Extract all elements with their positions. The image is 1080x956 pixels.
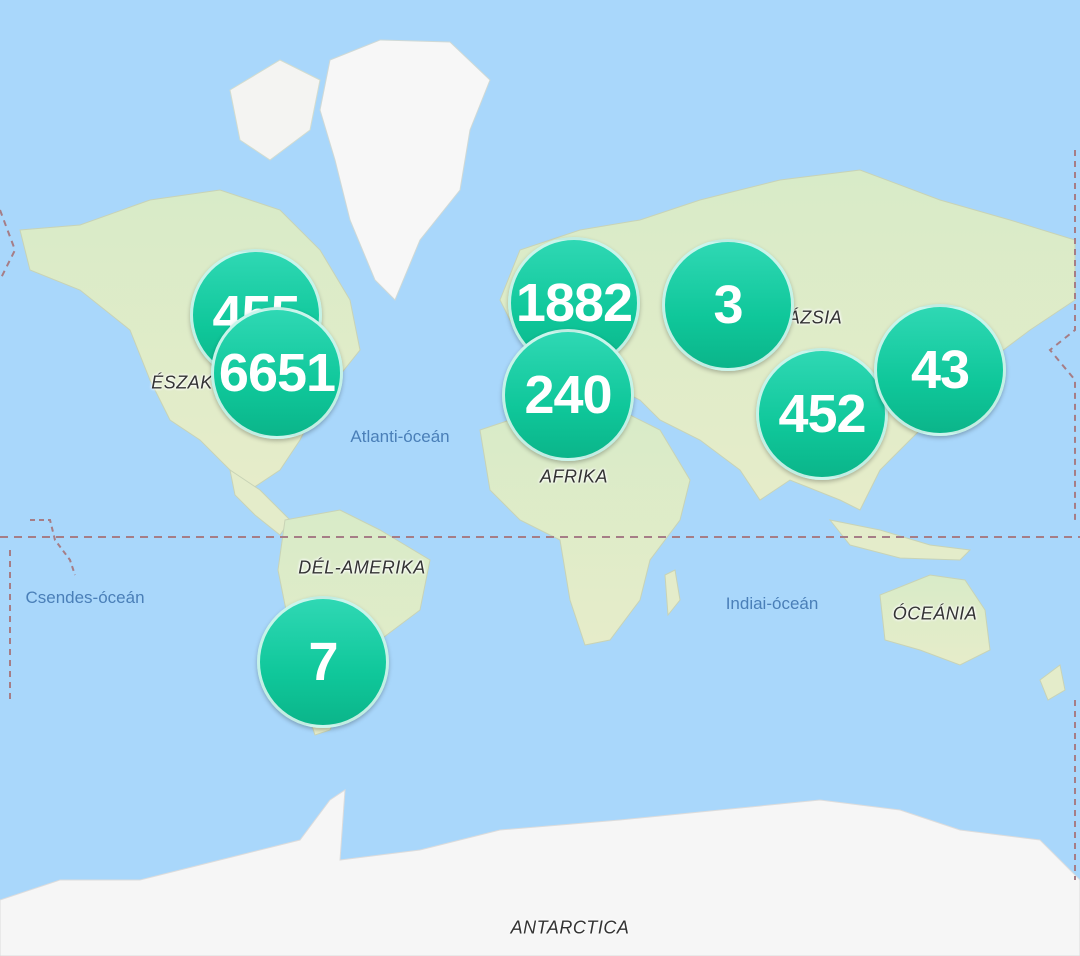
southeast-asia-islands-shape: [828, 519, 972, 561]
cluster-marker-south-america[interactable]: 7: [257, 596, 389, 728]
cluster-marker-south-asia[interactable]: 452: [756, 348, 888, 480]
cluster-count: 1882: [515, 273, 633, 333]
cluster-marker-usa[interactable]: 6651: [211, 307, 343, 439]
continent-label-africa: AFRIKA: [539, 466, 609, 487]
continent-label-antarctica: ANTARCTICA: [510, 917, 630, 938]
continent-label-south-america: DÉL-AMERIKA: [298, 557, 426, 578]
arctic-islands-shape: [229, 59, 321, 161]
cluster-count: 3: [713, 275, 743, 335]
new-zealand-shape: [1039, 664, 1066, 701]
cluster-marker-north-africa[interactable]: 240: [502, 329, 634, 461]
world-map[interactable]: ÉSZAK DÉL-AMERIKA AFRIKA ÁZSIA ÓCEÁNIA A…: [0, 0, 1080, 956]
cluster-count: 7: [308, 632, 338, 692]
continent-label-north-america: ÉSZAK: [151, 372, 213, 393]
dateline-dashed-left: [0, 209, 17, 700]
madagascar-shape: [664, 569, 681, 617]
cluster-count: 452: [778, 384, 866, 444]
cluster-marker-east-asia[interactable]: 43: [874, 304, 1006, 436]
cluster-count: 240: [524, 365, 612, 425]
cluster-count: 43: [910, 340, 970, 400]
ocean-label-indian: Indiai-óceán: [725, 594, 819, 613]
greenland-shape: [319, 39, 491, 301]
ocean-label-pacific: Csendes-óceán: [25, 588, 145, 607]
cluster-marker-central-asia[interactable]: 3: [662, 239, 794, 371]
cluster-count: 6651: [218, 343, 336, 403]
continent-label-asia: ÁZSIA: [787, 307, 843, 328]
dashed-marker-south-america: [30, 519, 76, 576]
ocean-label-atlantic: Atlanti-óceán: [350, 427, 450, 446]
continent-label-oceania: ÓCEÁNIA: [892, 603, 978, 624]
